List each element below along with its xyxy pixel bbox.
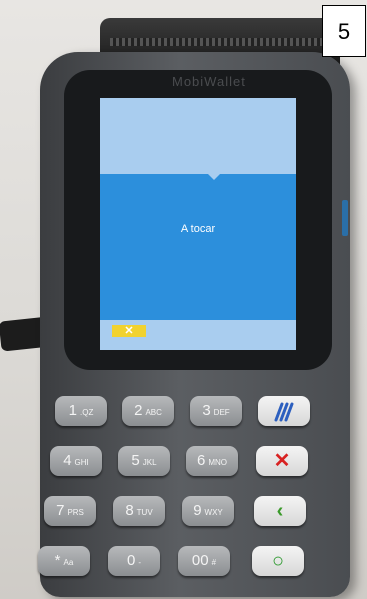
paper-slot (110, 38, 330, 46)
key-main: 8 (125, 502, 134, 519)
key-main: 4 (63, 452, 72, 469)
back-arrow-icon: ‹ (276, 500, 284, 522)
key-sub: WXY (204, 508, 223, 517)
contactless-icon (274, 402, 294, 422)
key-main: 2 (134, 402, 143, 419)
key-main: 1 (68, 402, 77, 419)
key-sub: Aa (63, 558, 74, 567)
key-sub: .QZ (80, 408, 94, 417)
key-sub: JKL (142, 458, 157, 467)
key-3[interactable]: 3 DEF (190, 396, 242, 426)
screen-header-notch (206, 172, 222, 180)
key-main: * (54, 552, 61, 569)
screen-cancel-button[interactable]: ✕ (112, 325, 146, 337)
key-main: 6 (196, 452, 206, 469)
key-main: 0 (126, 552, 136, 569)
enter-circle-icon: ○ (271, 550, 285, 572)
key-star[interactable]: * Aa (38, 546, 90, 576)
clear-key[interactable]: ‹ (254, 496, 306, 526)
corner-label: 5 (322, 5, 366, 57)
key-6[interactable]: 6 MNO (186, 446, 238, 476)
contactless-key[interactable] (258, 396, 310, 426)
key-main: 00 (191, 552, 209, 569)
key-7[interactable]: 7 PRS (44, 496, 96, 526)
screen-header (100, 98, 296, 174)
key-sub: TUV (136, 508, 153, 517)
key-5[interactable]: 5 JKL (118, 446, 170, 476)
key-sub: GHI (74, 458, 89, 467)
key-1[interactable]: 1 .QZ (55, 396, 107, 426)
key-sub: MNO (208, 458, 227, 467)
key-0[interactable]: 0- (108, 546, 160, 576)
key-8[interactable]: 8 TUV (113, 496, 165, 526)
key-9[interactable]: 9 WXY (182, 496, 234, 526)
cancel-icon: ✕ (273, 450, 291, 472)
key-sub: PRS (67, 508, 84, 517)
key-00[interactable]: 00 # (178, 546, 230, 576)
cancel-key[interactable]: ✕ (256, 446, 308, 476)
side-button[interactable] (342, 200, 348, 236)
brand-label: MobiWallet (172, 74, 246, 89)
enter-key[interactable]: ○ (252, 546, 304, 576)
key-sub: DEF (213, 408, 230, 417)
key-main: 3 (202, 402, 211, 419)
terminal-screen[interactable]: A tocar ✕ (100, 98, 296, 350)
key-sub: - (138, 558, 141, 567)
key-main: 5 (131, 452, 140, 469)
key-4[interactable]: 4 GHI (50, 446, 102, 476)
key-sub: # (211, 558, 217, 567)
key-2[interactable]: 2 ABC (122, 396, 174, 426)
screen-message: A tocar (180, 223, 216, 235)
key-sub: ABC (145, 408, 162, 417)
key-main: 9 (193, 502, 202, 519)
key-main: 7 (56, 502, 65, 519)
